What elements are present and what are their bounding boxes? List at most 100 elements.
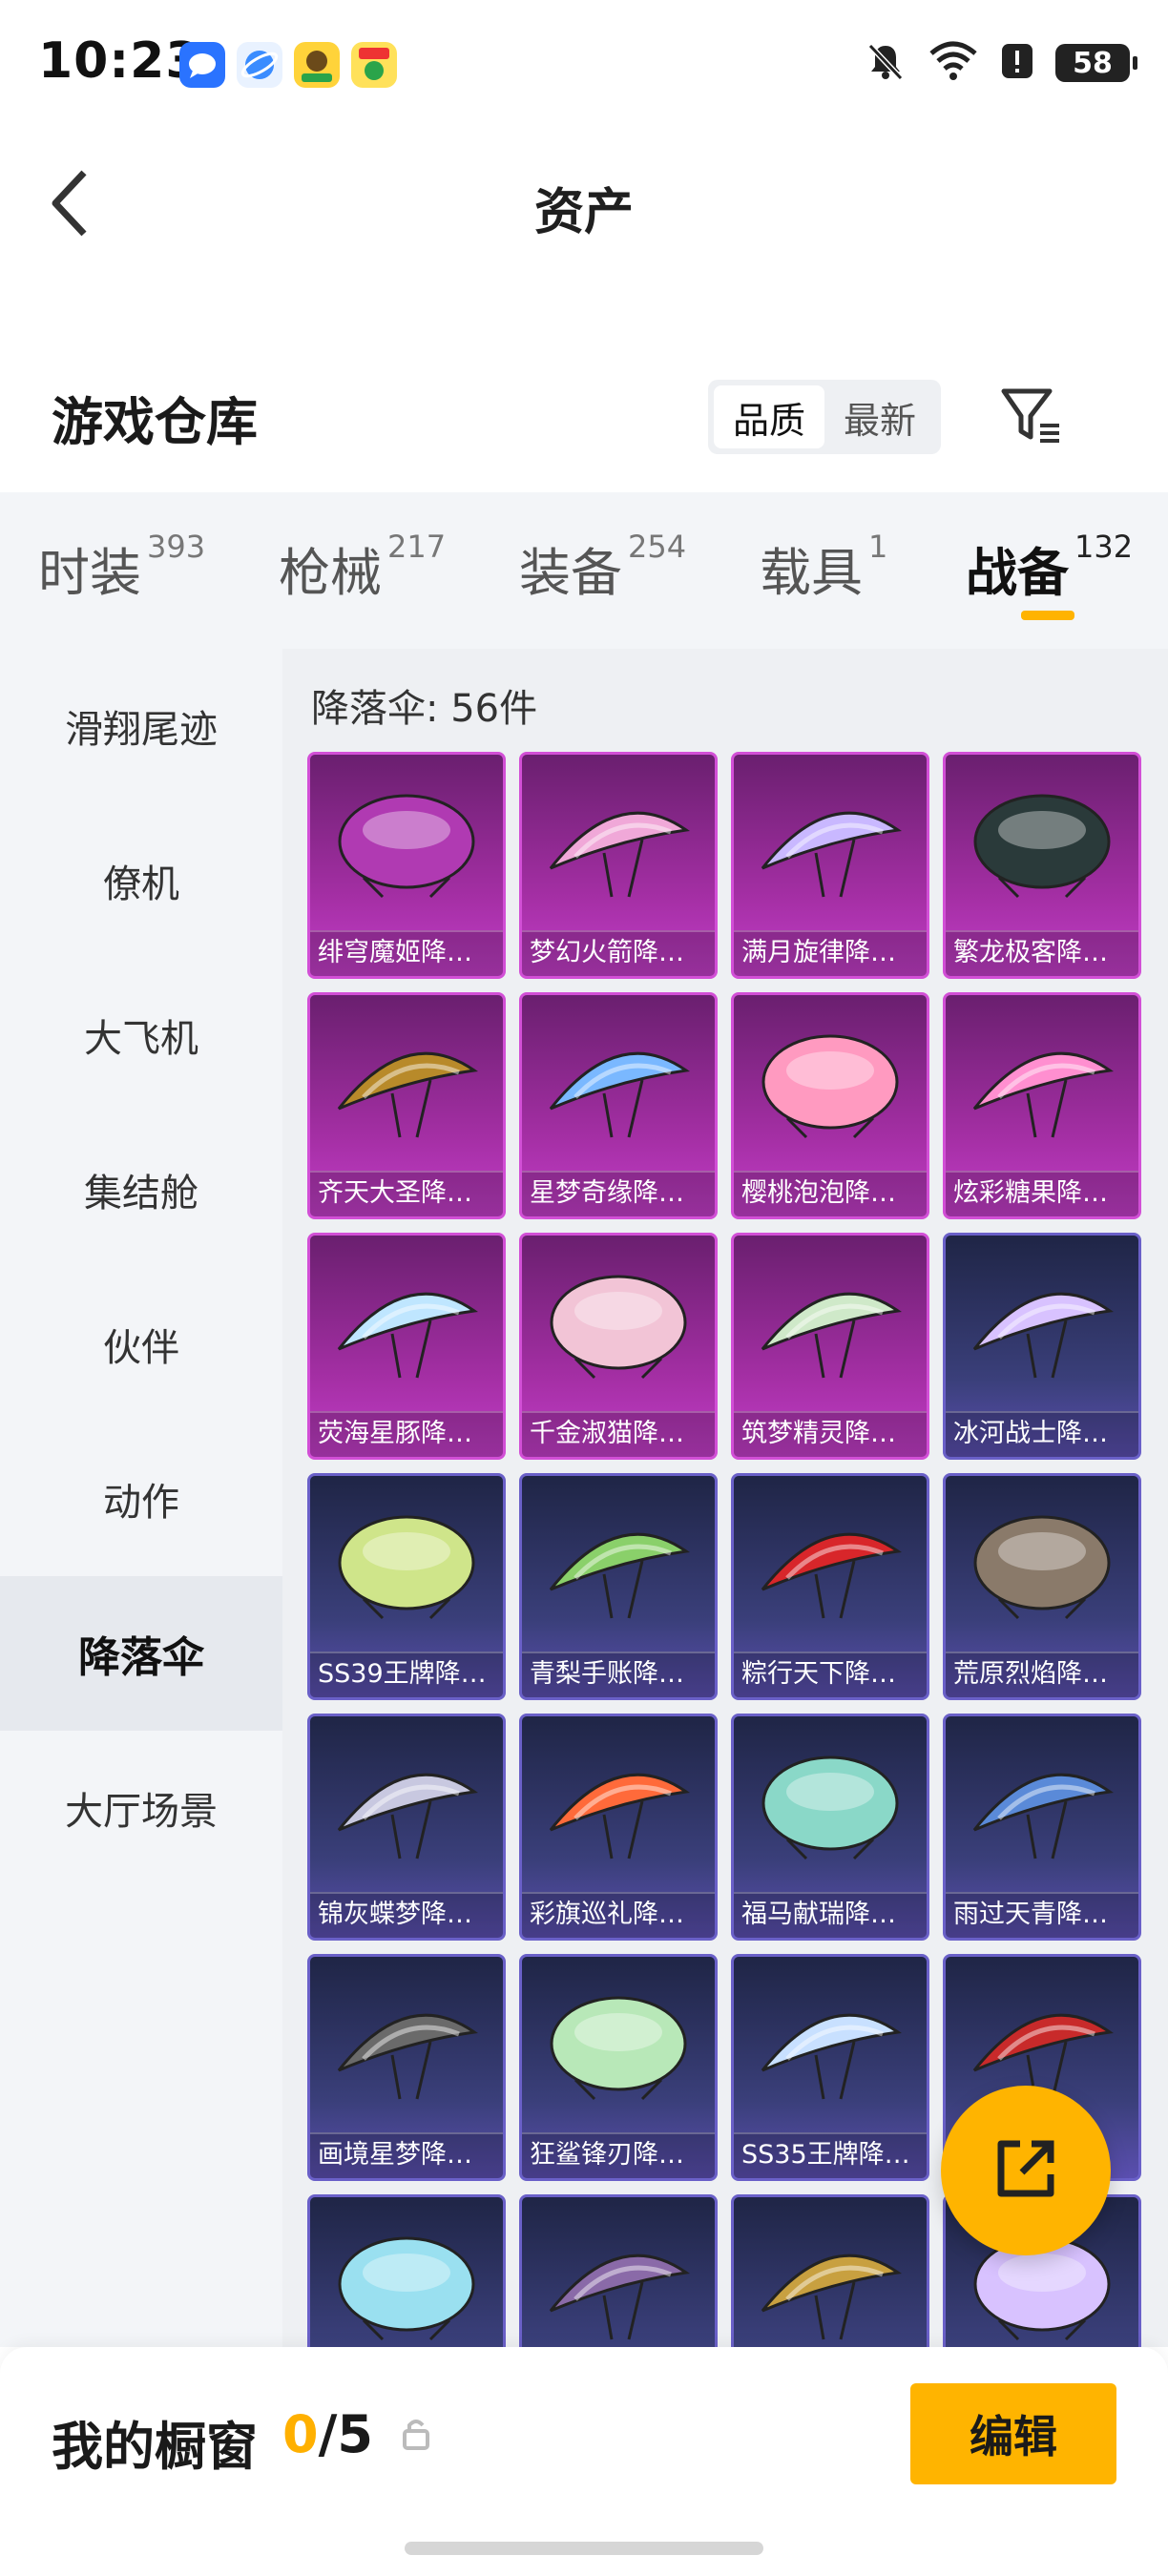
item-card[interactable]: 荒原烈焰降落伞 — [943, 1473, 1141, 1700]
parachute-image — [946, 755, 1138, 934]
item-name: 荒原烈焰降落伞 — [946, 1652, 1138, 1697]
item-card[interactable]: 冰河战士降落伞 — [943, 1233, 1141, 1460]
parachute-image — [946, 1236, 1138, 1415]
item-name: 荧海星豚降落伞 — [310, 1411, 503, 1457]
item-card[interactable] — [731, 2194, 929, 2347]
parachute-image — [734, 755, 927, 934]
tab-label: 战备 — [966, 543, 1069, 603]
tab-label: 时装 — [38, 543, 141, 603]
parachute-image — [522, 1957, 715, 2136]
tab-label: 枪械 — [279, 543, 382, 603]
sidebar-item-companion[interactable]: 伙伴 — [0, 1267, 282, 1422]
sort-toggle: 品质 最新 — [708, 380, 941, 454]
parachute-image — [946, 1476, 1138, 1655]
item-name: 锦灰蝶梦降落伞 — [310, 1892, 503, 1938]
item-name: 绯穹魔姬降落伞 — [310, 930, 503, 976]
item-card[interactable]: SS39王牌降落伞 — [307, 1473, 506, 1700]
item-name: 星梦奇缘降落伞 — [522, 1171, 715, 1216]
item-name: 樱桃泡泡降落伞 — [734, 1171, 927, 1216]
battery-icon: 58 — [1055, 44, 1137, 82]
tab-vehicles[interactable]: 载具 1 — [760, 529, 888, 606]
item-card[interactable]: 粽行天下降落伞 — [731, 1473, 929, 1700]
tab-guns[interactable]: 枪械 217 — [279, 529, 447, 606]
browser-app-icon — [237, 42, 282, 88]
parachute-image — [946, 1716, 1138, 1896]
mute-icon — [865, 40, 907, 86]
item-name: 满月旋律降落伞 — [734, 930, 927, 976]
item-card[interactable]: 齐天大圣降落伞 — [307, 992, 506, 1219]
sidebar-item-emote[interactable]: 动作 — [0, 1422, 282, 1576]
item-card[interactable]: 青梨手账降落伞 — [519, 1473, 718, 1700]
sort-newest-button[interactable]: 最新 — [824, 385, 935, 448]
parachute-image — [522, 2197, 715, 2347]
parachute-image — [522, 1236, 715, 1415]
mima-app-icon — [351, 42, 397, 88]
item-card[interactable]: 绯穹魔姬降落伞 — [307, 752, 506, 979]
tab-count: 393 — [147, 529, 206, 565]
item-card[interactable]: 荧海星豚降落伞 — [307, 1233, 506, 1460]
message-app-icon — [179, 42, 225, 88]
tab-count: 132 — [1074, 529, 1134, 565]
sidebar-item-lobby-scene[interactable]: 大厅场景 — [0, 1731, 282, 1885]
tab-label: 装备 — [519, 543, 622, 603]
item-name: 梦幻火箭降落伞 — [522, 930, 715, 976]
showcase-total: 5 — [337, 2404, 373, 2464]
item-name: SS35王牌降落伞 — [734, 2132, 927, 2178]
item-card[interactable]: 炫彩糖果降落伞 — [943, 992, 1141, 1219]
item-card[interactable]: 满月旋律降落伞 — [731, 752, 929, 979]
tab-count: 254 — [628, 529, 687, 565]
parachute-image — [522, 1716, 715, 1896]
item-name: 千金淑猫降落伞 — [522, 1411, 715, 1457]
item-card[interactable]: 画境星梦降落伞 — [307, 1954, 506, 2181]
sidebar-item-glide-trail[interactable]: 滑翔尾迹 — [0, 649, 282, 803]
parachute-image — [310, 2197, 503, 2347]
parachute-image — [734, 1236, 927, 1415]
item-card[interactable]: 雨过天青降落伞 — [943, 1714, 1141, 1941]
page-title: 资产 — [533, 184, 634, 241]
filter-button[interactable] — [996, 382, 1067, 452]
item-name: 画境星梦降落伞 — [310, 2132, 503, 2178]
item-card[interactable]: 繁龙极客降落伞 — [943, 752, 1141, 979]
parachute-image — [310, 1236, 503, 1415]
sidebar-item-assembly-pod[interactable]: 集结舱 — [0, 1112, 282, 1267]
tab-count: 1 — [868, 529, 888, 565]
item-card[interactable] — [307, 2194, 506, 2347]
tab-count: 217 — [387, 529, 447, 565]
system-icons: 58 — [865, 40, 1137, 86]
sidebar-item-wingman[interactable]: 僚机 — [0, 803, 282, 958]
item-card[interactable]: 梦幻火箭降落伞 — [519, 752, 718, 979]
parachute-image — [310, 1476, 503, 1655]
item-card[interactable]: SS35王牌降落伞 — [731, 1954, 929, 2181]
item-card[interactable]: 樱桃泡泡降落伞 — [731, 992, 929, 1219]
item-card[interactable]: 锦灰蝶梦降落伞 — [307, 1714, 506, 1941]
item-card[interactable]: 福马献瑞降落伞 — [731, 1714, 929, 1941]
item-name: 冰河战士降落伞 — [946, 1411, 1138, 1457]
share-external-icon — [988, 2130, 1064, 2211]
parachute-image — [734, 1957, 927, 2136]
item-card[interactable] — [519, 2194, 718, 2347]
parachute-image — [946, 995, 1138, 1174]
sidebar-item-parachute[interactable]: 降落伞 — [0, 1576, 282, 1731]
status-bar: 10:23 58 — [0, 0, 1168, 134]
game-app-icon — [294, 42, 340, 88]
sidebar-item-big-plane[interactable]: 大飞机 — [0, 958, 282, 1112]
showcase-label: 我的橱窗 — [52, 2417, 258, 2477]
parachute-image — [734, 2197, 927, 2347]
tab-combat-gear[interactable]: 战备 132 — [966, 529, 1134, 606]
tab-fashion[interactable]: 时装 393 — [38, 529, 206, 606]
item-card[interactable]: 筑梦精灵降落伞 — [731, 1233, 929, 1460]
item-name: 彩旗巡礼降落伞 — [522, 1892, 715, 1938]
item-card[interactable]: 千金淑猫降落伞 — [519, 1233, 718, 1460]
share-button[interactable] — [941, 2086, 1111, 2255]
item-card[interactable]: 星梦奇缘降落伞 — [519, 992, 718, 1219]
item-card[interactable]: 彩旗巡礼降落伞 — [519, 1714, 718, 1941]
showcase-separator: / — [318, 2404, 338, 2464]
parachute-image — [734, 1716, 927, 1896]
item-card[interactable]: 狂鲨锋刃降落伞 — [519, 1954, 718, 2181]
sidebar: 滑翔尾迹 僚机 大飞机 集结舱 伙伴 动作 降落伞 大厅场景 — [0, 649, 282, 2347]
sort-quality-button[interactable]: 品质 — [714, 385, 824, 448]
item-name: 筑梦精灵降落伞 — [734, 1411, 927, 1457]
edit-button[interactable]: 编辑 — [910, 2383, 1116, 2484]
section-title: 游戏仓库 — [52, 392, 258, 452]
tab-equipment[interactable]: 装备 254 — [519, 529, 687, 606]
